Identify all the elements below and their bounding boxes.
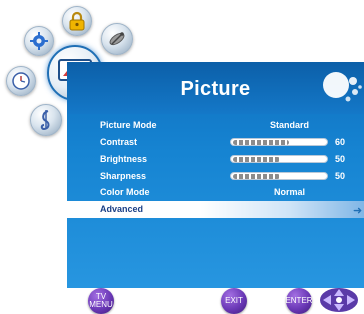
menu-item-label: Sharpness [100,171,147,181]
bubbles-icon [323,72,362,102]
clock-icon[interactable] [6,66,36,96]
brightness-value: 50 [335,154,346,164]
menu-item-contrast[interactable]: Contrast 60 [67,134,364,150]
lock-icon[interactable] [62,6,92,36]
sharpness-slider[interactable] [230,172,328,180]
tv-menu-button[interactable]: TV MENU [88,288,114,314]
tv-menu-button-line2: MENU [89,300,113,309]
menu-item-label: Picture Mode [100,120,157,130]
menu-item-sharpness[interactable]: Sharpness 50 [67,168,364,184]
sharpness-slider-fill [233,174,280,179]
picture-mode-value: Standard [269,120,309,130]
contrast-slider[interactable] [230,138,328,146]
picture-menu-panel: Picture Picture Mode Standard Contrast 6… [67,62,364,288]
contrast-value: 60 [335,137,346,147]
color-mode-value: Normal [273,187,305,197]
menu-item-color-mode[interactable]: Color Mode Normal [67,184,364,200]
contrast-slider-fill [233,140,289,145]
menu-item-label: Contrast [100,137,138,147]
satellite-dish-icon[interactable] [101,23,133,55]
menu-item-label: Advanced [100,204,144,214]
gear-icon[interactable] [24,26,54,56]
brightness-slider-fill [233,157,280,162]
arrow-right-icon: ➜ [353,205,363,217]
panel-header: Picture [67,62,364,114]
enter-button[interactable]: ENTER [285,288,313,314]
exit-button[interactable]: EXIT [221,288,247,314]
menu-item-label: Brightness [100,154,148,164]
menu-item-brightness[interactable]: Brightness 50 [67,151,364,167]
menu-item-label: Color Mode [100,187,150,197]
menu-item-picture-mode[interactable]: Picture Mode Standard [67,117,364,133]
menu-item-advanced[interactable]: Advanced ➜ [67,201,364,218]
brightness-slider[interactable] [230,155,328,163]
music-note-icon[interactable] [30,104,62,136]
navigation-pad-icon[interactable] [318,286,360,314]
sharpness-value: 50 [335,171,346,181]
